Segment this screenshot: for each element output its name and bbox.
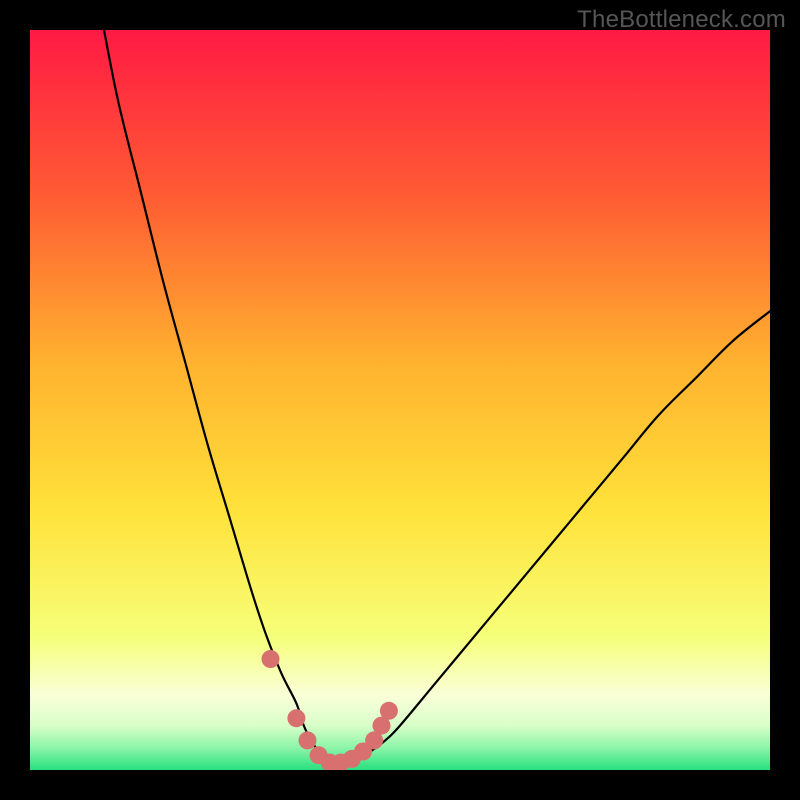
plot-area <box>30 30 770 770</box>
data-marker <box>287 709 305 727</box>
data-marker <box>380 702 398 720</box>
data-marker <box>262 650 280 668</box>
data-marker <box>299 731 317 749</box>
chart-frame: TheBottleneck.com <box>0 0 800 800</box>
gradient-background <box>30 30 770 770</box>
chart-svg <box>30 30 770 770</box>
